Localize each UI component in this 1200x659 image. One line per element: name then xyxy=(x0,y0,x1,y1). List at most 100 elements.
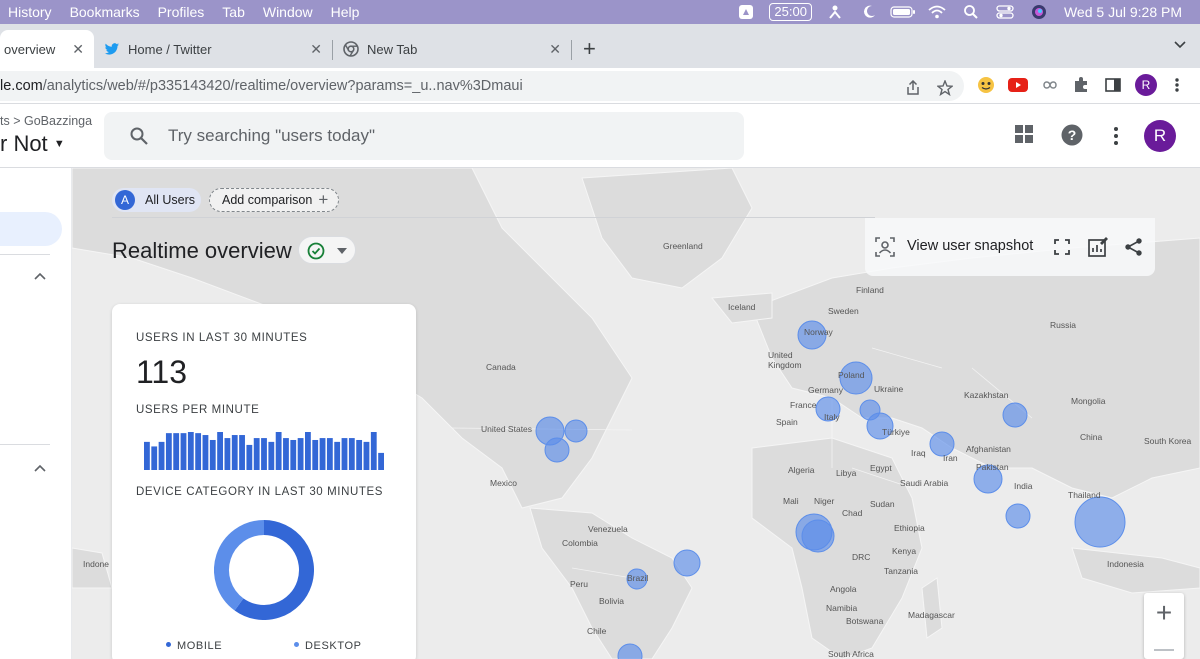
fullscreen-icon[interactable] xyxy=(1054,239,1070,255)
users-per-minute-chart[interactable] xyxy=(144,432,384,470)
zoom-out-button[interactable] xyxy=(1154,649,1174,651)
nav-item-active[interactable] xyxy=(0,212,62,246)
siri-icon[interactable] xyxy=(1022,0,1056,24)
minute-bar[interactable] xyxy=(195,433,202,470)
menu-help[interactable]: Help xyxy=(331,4,360,20)
minute-bar[interactable] xyxy=(275,432,282,470)
menu-tab[interactable]: Tab xyxy=(222,4,245,20)
map-label-canada: Canada xyxy=(486,362,516,372)
minute-bar[interactable] xyxy=(224,438,231,470)
emoji-extension-icon[interactable] xyxy=(976,75,996,95)
chevron-up-icon[interactable] xyxy=(34,464,46,472)
address-bar[interactable]: le.com/analytics/web/#/p335143420/realti… xyxy=(0,71,964,101)
close-icon[interactable]: ✕ xyxy=(72,41,84,58)
tab-new-tab[interactable]: New Tab ✕ xyxy=(333,30,571,68)
legend-desktop-label: DESKTOP xyxy=(305,640,362,652)
minute-bar[interactable] xyxy=(165,433,172,470)
search-bar[interactable]: Try searching "users today" xyxy=(104,112,744,160)
minute-bar[interactable] xyxy=(209,439,216,470)
browser-toolbar: le.com/analytics/web/#/p335143420/realti… xyxy=(0,68,1200,104)
minute-bar[interactable] xyxy=(202,435,209,470)
minute-bar[interactable] xyxy=(370,432,377,470)
minute-bar[interactable] xyxy=(290,439,297,470)
side-panel-icon[interactable] xyxy=(1104,75,1122,95)
account-avatar[interactable]: R xyxy=(1144,120,1176,152)
help-icon[interactable]: ? xyxy=(1061,124,1083,146)
minute-bar[interactable] xyxy=(283,438,289,470)
map-label-greenland: Greenland xyxy=(663,241,703,251)
minute-bar[interactable] xyxy=(319,438,326,470)
tab-overview[interactable]: overview ✕ xyxy=(0,30,94,68)
view-user-snapshot-button[interactable]: View user snapshot xyxy=(907,238,1033,254)
minute-bar[interactable] xyxy=(261,438,267,470)
minute-bar[interactable] xyxy=(231,435,238,470)
minute-bar[interactable] xyxy=(378,452,384,470)
minute-bar[interactable] xyxy=(341,438,348,470)
menu-bookmarks[interactable]: Bookmarks xyxy=(70,4,140,20)
map-label-libya: Libya xyxy=(836,468,857,478)
minute-bar[interactable] xyxy=(326,438,333,470)
apps-grid-icon[interactable] xyxy=(1015,125,1033,143)
edit-report-icon[interactable] xyxy=(1087,236,1109,258)
url-text[interactable]: le.com/analytics/web/#/p335143420/realti… xyxy=(0,78,523,94)
minute-bar[interactable] xyxy=(363,441,370,470)
close-icon[interactable]: ✕ xyxy=(310,41,322,58)
minute-bar[interactable] xyxy=(246,444,253,470)
add-comparison-button[interactable]: Add comparison + xyxy=(209,188,339,212)
minute-bar[interactable] xyxy=(239,435,245,470)
menu-profiles[interactable]: Profiles xyxy=(158,4,205,20)
close-icon[interactable]: ✕ xyxy=(549,41,561,58)
donut-slice-mobile[interactable] xyxy=(234,520,314,620)
new-tab-button[interactable]: + xyxy=(583,38,596,60)
share-icon[interactable] xyxy=(906,80,920,96)
minute-bar[interactable] xyxy=(253,438,260,470)
share-icon[interactable] xyxy=(1124,237,1144,257)
night-shift-icon[interactable] xyxy=(818,0,852,24)
menubar-clock[interactable]: Wed 5 Jul 9:28 PM xyxy=(1064,4,1182,20)
chevron-down-icon[interactable] xyxy=(1174,40,1186,50)
moon-icon[interactable] xyxy=(852,0,886,24)
bookmark-star-icon[interactable] xyxy=(937,80,953,96)
drive-icon[interactable] xyxy=(729,0,763,24)
puzzle-extensions-icon[interactable] xyxy=(1072,75,1090,95)
minute-bar[interactable] xyxy=(268,441,275,470)
more-vert-icon[interactable] xyxy=(1172,75,1182,95)
minute-bar[interactable] xyxy=(348,438,355,470)
minute-bar[interactable] xyxy=(187,432,194,470)
battery-icon[interactable] xyxy=(886,0,920,24)
map-label-mongolia: Mongolia xyxy=(1071,396,1106,406)
control-center-icon[interactable] xyxy=(988,0,1022,24)
minute-bar[interactable] xyxy=(158,441,165,470)
property-picker[interactable]: r Not ▼ xyxy=(0,131,65,157)
search-icon xyxy=(130,127,148,145)
menu-history[interactable]: History xyxy=(8,4,52,20)
more-vert-icon[interactable] xyxy=(1112,126,1120,146)
chevron-up-icon[interactable] xyxy=(34,272,46,280)
minute-bar[interactable] xyxy=(305,432,311,470)
minute-bar[interactable] xyxy=(312,439,319,470)
map-label-iceland: Iceland xyxy=(728,302,756,312)
zoom-in-button[interactable]: + xyxy=(1144,593,1184,633)
timer-display[interactable]: 25:00 xyxy=(769,3,812,21)
breadcrumb[interactable]: ts > GoBazzinga xyxy=(0,114,92,128)
status-dropdown[interactable] xyxy=(298,236,356,264)
minute-bar[interactable] xyxy=(151,446,158,470)
minute-bar[interactable] xyxy=(144,441,150,470)
all-users-chip[interactable]: A All Users xyxy=(112,188,201,212)
minute-bar[interactable] xyxy=(297,438,304,470)
minute-bar[interactable] xyxy=(173,433,180,470)
minute-bar[interactable] xyxy=(217,432,223,470)
user-snapshot-icon[interactable] xyxy=(875,237,895,257)
minute-bar[interactable] xyxy=(356,439,363,470)
minute-bar[interactable] xyxy=(180,433,187,470)
infinity-extension-icon[interactable] xyxy=(1040,75,1060,95)
donut-slice-desktop[interactable] xyxy=(214,520,265,611)
youtube-extension-icon[interactable] xyxy=(1007,75,1029,95)
menu-window[interactable]: Window xyxy=(263,4,313,20)
wifi-icon[interactable] xyxy=(920,0,954,24)
minute-bar[interactable] xyxy=(334,441,341,470)
tab-twitter[interactable]: Home / Twitter ✕ xyxy=(94,30,332,68)
device-category-donut[interactable] xyxy=(214,520,314,620)
profile-avatar[interactable]: R xyxy=(1135,74,1157,96)
spotlight-icon[interactable] xyxy=(954,0,988,24)
